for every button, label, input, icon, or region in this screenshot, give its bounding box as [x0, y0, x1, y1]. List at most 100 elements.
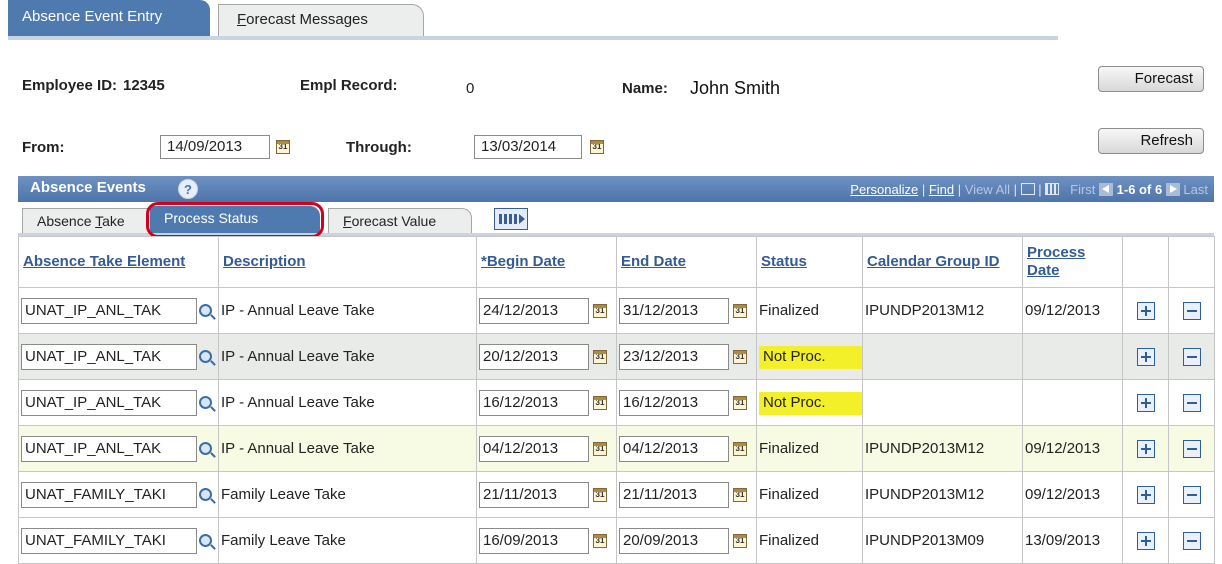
magnifier-icon[interactable] — [199, 396, 212, 409]
status-cell: Finalized — [756, 471, 863, 518]
calendar-icon[interactable]: 31 — [593, 303, 607, 318]
minus-icon[interactable] — [1182, 301, 1201, 320]
help-icon[interactable]: ? — [178, 179, 198, 199]
column-header-end-date[interactable]: End Date — [616, 236, 757, 288]
magnifier-icon[interactable] — [199, 534, 212, 547]
calendar-group-cell: IPUNDP2013M12 — [862, 471, 1023, 518]
forecast-button[interactable]: Forecast — [1098, 66, 1204, 92]
magnifier-icon[interactable] — [199, 350, 212, 363]
status-cell: Not Proc. — [756, 379, 863, 426]
delete-cell — [1168, 379, 1215, 426]
absence-take-element-input[interactable]: UNAT_IP_ANL_TAK — [21, 343, 197, 370]
minus-icon[interactable] — [1182, 347, 1201, 366]
calendar-icon[interactable]: 31 — [593, 533, 607, 548]
subtab-accesskey: F — [343, 213, 352, 229]
calendar-icon[interactable]: 31 — [593, 349, 607, 364]
through-date-input[interactable]: 13/03/2014 — [474, 135, 582, 159]
find-link[interactable]: Find — [929, 182, 954, 197]
calendar-group-cell: IPUNDP2013M12 — [862, 287, 1023, 334]
begin-date-input[interactable]: 16/09/2013 — [479, 527, 589, 554]
end-date-input[interactable]: 21/11/2013 — [619, 481, 729, 508]
plus-icon[interactable] — [1136, 301, 1155, 320]
end-date-input[interactable]: 20/09/2013 — [619, 527, 729, 554]
plus-icon[interactable] — [1136, 485, 1155, 504]
table-row: UNAT_IP_ANL_TAK IP - Annual Leave Take 2… — [18, 333, 1215, 380]
magnifier-icon[interactable] — [199, 488, 212, 501]
new-window-icon[interactable] — [1020, 183, 1035, 195]
calendar-icon[interactable]: 31 — [276, 140, 290, 154]
minus-icon[interactable] — [1182, 393, 1201, 412]
tab-absence-event-entry[interactable]: Absence Event Entry — [8, 0, 210, 38]
minus-icon[interactable] — [1182, 485, 1201, 504]
calendar-group-cell: IPUNDP2013M12 — [862, 425, 1023, 472]
tab-forecast-messages[interactable]: Forecast Messages — [218, 4, 424, 38]
calendar-icon[interactable]: 31 — [593, 487, 607, 502]
end-date-cell: 21/11/2013 31 — [616, 471, 757, 518]
show-all-columns-icon[interactable] — [494, 208, 528, 230]
calendar-icon[interactable]: 31 — [733, 349, 747, 364]
calendar-icon[interactable]: 31 — [733, 487, 747, 502]
column-header-delete — [1168, 236, 1215, 288]
status-cell: Finalized — [756, 287, 863, 334]
calendar-icon[interactable]: 31 — [593, 395, 607, 410]
add-cell — [1122, 379, 1169, 426]
subtab-absence-take[interactable]: Absence Take — [22, 208, 160, 236]
end-date-input[interactable]: 16/12/2013 — [619, 389, 729, 416]
table-row: UNAT_FAMILY_TAKI Family Leave Take 16/09… — [18, 517, 1215, 564]
end-date-cell: 04/12/2013 31 — [616, 425, 757, 472]
status-highlight: Not Proc. — [759, 392, 862, 415]
column-header-status[interactable]: Status — [756, 236, 863, 288]
column-header-process-date[interactable]: Process Date — [1022, 236, 1123, 288]
absence-take-element-input[interactable]: UNAT_IP_ANL_TAK — [21, 297, 197, 324]
minus-icon[interactable] — [1182, 439, 1201, 458]
subtab-process-status[interactable]: Process Status — [150, 206, 320, 236]
refresh-button[interactable]: Refresh — [1098, 128, 1204, 154]
from-date-input[interactable]: 14/09/2013 — [160, 135, 270, 159]
personalize-link[interactable]: Personalize — [850, 182, 918, 197]
absence-take-element-input[interactable]: UNAT_IP_ANL_TAK — [21, 435, 197, 462]
calendar-group-cell: IPUNDP2013M09 — [862, 517, 1023, 564]
column-header-calendar-group-id[interactable]: Calendar Group ID — [862, 236, 1023, 288]
absence-take-element-input[interactable]: UNAT_FAMILY_TAKI — [21, 527, 197, 554]
plus-icon[interactable] — [1136, 347, 1155, 366]
calendar-icon[interactable]: 31 — [590, 140, 604, 154]
magnifier-icon[interactable] — [199, 442, 212, 455]
begin-date-input[interactable]: 24/12/2013 — [479, 297, 589, 324]
plus-icon[interactable] — [1136, 393, 1155, 412]
element-cell: UNAT_IP_ANL_TAK — [18, 287, 219, 334]
end-date-input[interactable]: 31/12/2013 — [619, 297, 729, 324]
absence-take-element-input[interactable]: UNAT_IP_ANL_TAK — [21, 389, 197, 416]
download-spreadsheet-icon[interactable] — [1045, 183, 1060, 195]
employee-name: John Smith — [690, 78, 781, 98]
calendar-icon[interactable]: 31 — [733, 303, 747, 318]
begin-date-input[interactable]: 21/11/2013 — [479, 481, 589, 508]
process-date-cell — [1022, 333, 1123, 380]
calendar-icon[interactable]: 31 — [733, 441, 747, 456]
subtab-forecast-value[interactable]: Forecast Value — [328, 208, 472, 236]
begin-date-input[interactable]: 20/12/2013 — [479, 343, 589, 370]
calendar-icon[interactable]: 31 — [733, 395, 747, 410]
begin-date-input[interactable]: 04/12/2013 — [479, 435, 589, 462]
name-label: Name: — [622, 80, 668, 97]
calendar-icon[interactable]: 31 — [593, 441, 607, 456]
begin-date-input[interactable]: 16/12/2013 — [479, 389, 589, 416]
end-date-input[interactable]: 04/12/2013 — [619, 435, 729, 462]
description-cell: Family Leave Take — [218, 471, 477, 518]
magnifier-icon[interactable] — [199, 304, 212, 317]
end-date-cell: 16/12/2013 31 — [616, 379, 757, 426]
absence-events-header: Absence Events ? Personalize | Find | Vi… — [18, 176, 1214, 202]
process-date-cell — [1022, 379, 1123, 426]
absence-take-element-input[interactable]: UNAT_FAMILY_TAKI — [21, 481, 197, 508]
delete-cell — [1168, 517, 1215, 564]
calendar-icon[interactable]: 31 — [733, 533, 747, 548]
subtab-label: Absence — [37, 213, 96, 229]
column-header-element[interactable]: Absence Take Element — [18, 236, 219, 288]
description-cell: Family Leave Take — [218, 517, 477, 564]
element-cell: UNAT_IP_ANL_TAK — [18, 425, 219, 472]
column-header-description[interactable]: Description — [218, 236, 477, 288]
end-date-input[interactable]: 23/12/2013 — [619, 343, 729, 370]
column-header-begin-date[interactable]: *Begin Date — [476, 236, 617, 288]
status-cell: Finalized — [756, 425, 863, 472]
plus-icon[interactable] — [1136, 439, 1155, 458]
nav-separator: | — [918, 182, 929, 197]
